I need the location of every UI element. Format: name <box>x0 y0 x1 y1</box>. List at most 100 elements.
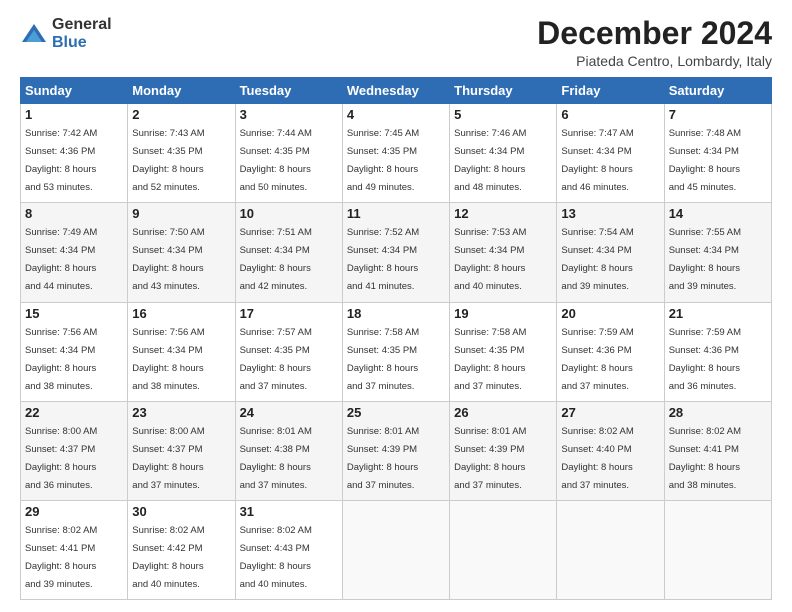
cell-info: Sunrise: 7:52 AMSunset: 4:34 PMDaylight:… <box>347 227 419 292</box>
day-number: 8 <box>25 206 123 221</box>
calendar-cell: 13 Sunrise: 7:54 AMSunset: 4:34 PMDaylig… <box>557 203 664 302</box>
calendar-cell: 6 Sunrise: 7:47 AMSunset: 4:34 PMDayligh… <box>557 104 664 203</box>
day-number: 14 <box>669 206 767 221</box>
logo-general: General <box>52 16 112 34</box>
cell-info: Sunrise: 7:54 AMSunset: 4:34 PMDaylight:… <box>561 227 633 292</box>
day-number: 30 <box>132 504 230 519</box>
calendar-cell: 15 Sunrise: 7:56 AMSunset: 4:34 PMDaylig… <box>21 302 128 401</box>
day-number: 15 <box>25 306 123 321</box>
day-number: 18 <box>347 306 445 321</box>
day-number: 4 <box>347 107 445 122</box>
calendar-cell <box>450 500 557 599</box>
day-number: 20 <box>561 306 659 321</box>
calendar-cell: 26 Sunrise: 8:01 AMSunset: 4:39 PMDaylig… <box>450 401 557 500</box>
calendar-cell: 28 Sunrise: 8:02 AMSunset: 4:41 PMDaylig… <box>664 401 771 500</box>
calendar-cell: 14 Sunrise: 7:55 AMSunset: 4:34 PMDaylig… <box>664 203 771 302</box>
cell-info: Sunrise: 8:00 AMSunset: 4:37 PMDaylight:… <box>132 426 204 491</box>
day-number: 12 <box>454 206 552 221</box>
calendar-cell <box>557 500 664 599</box>
cell-info: Sunrise: 7:57 AMSunset: 4:35 PMDaylight:… <box>240 327 312 392</box>
cell-info: Sunrise: 8:01 AMSunset: 4:39 PMDaylight:… <box>454 426 526 491</box>
col-monday: Monday <box>128 78 235 104</box>
cell-info: Sunrise: 7:48 AMSunset: 4:34 PMDaylight:… <box>669 128 741 193</box>
calendar-header-row: Sunday Monday Tuesday Wednesday Thursday… <box>21 78 772 104</box>
week-row-5: 29 Sunrise: 8:02 AMSunset: 4:41 PMDaylig… <box>21 500 772 599</box>
day-number: 7 <box>669 107 767 122</box>
calendar-cell: 7 Sunrise: 7:48 AMSunset: 4:34 PMDayligh… <box>664 104 771 203</box>
calendar-cell: 12 Sunrise: 7:53 AMSunset: 4:34 PMDaylig… <box>450 203 557 302</box>
cell-info: Sunrise: 7:59 AMSunset: 4:36 PMDaylight:… <box>669 327 741 392</box>
cell-info: Sunrise: 8:02 AMSunset: 4:42 PMDaylight:… <box>132 525 204 590</box>
col-saturday: Saturday <box>664 78 771 104</box>
calendar-cell: 19 Sunrise: 7:58 AMSunset: 4:35 PMDaylig… <box>450 302 557 401</box>
cell-info: Sunrise: 7:46 AMSunset: 4:34 PMDaylight:… <box>454 128 526 193</box>
day-number: 13 <box>561 206 659 221</box>
cell-info: Sunrise: 8:02 AMSunset: 4:41 PMDaylight:… <box>669 426 741 491</box>
calendar-cell: 10 Sunrise: 7:51 AMSunset: 4:34 PMDaylig… <box>235 203 342 302</box>
calendar-cell: 24 Sunrise: 8:01 AMSunset: 4:38 PMDaylig… <box>235 401 342 500</box>
cell-info: Sunrise: 7:56 AMSunset: 4:34 PMDaylight:… <box>25 327 97 392</box>
title-block: December 2024 Piateda Centro, Lombardy, … <box>537 16 772 69</box>
logo-text: General Blue <box>52 16 112 51</box>
cell-info: Sunrise: 7:56 AMSunset: 4:34 PMDaylight:… <box>132 327 204 392</box>
calendar-cell: 2 Sunrise: 7:43 AMSunset: 4:35 PMDayligh… <box>128 104 235 203</box>
day-number: 23 <box>132 405 230 420</box>
day-number: 1 <box>25 107 123 122</box>
calendar-cell: 3 Sunrise: 7:44 AMSunset: 4:35 PMDayligh… <box>235 104 342 203</box>
cell-info: Sunrise: 7:50 AMSunset: 4:34 PMDaylight:… <box>132 227 204 292</box>
logo-blue: Blue <box>52 34 112 52</box>
cell-info: Sunrise: 7:45 AMSunset: 4:35 PMDaylight:… <box>347 128 419 193</box>
day-number: 16 <box>132 306 230 321</box>
header: General Blue December 2024 Piateda Centr… <box>20 16 772 69</box>
cell-info: Sunrise: 8:01 AMSunset: 4:38 PMDaylight:… <box>240 426 312 491</box>
location: Piateda Centro, Lombardy, Italy <box>537 53 772 69</box>
cell-info: Sunrise: 7:42 AMSunset: 4:36 PMDaylight:… <box>25 128 97 193</box>
logo: General Blue <box>20 16 112 51</box>
calendar-cell: 27 Sunrise: 8:02 AMSunset: 4:40 PMDaylig… <box>557 401 664 500</box>
calendar-cell: 25 Sunrise: 8:01 AMSunset: 4:39 PMDaylig… <box>342 401 449 500</box>
cell-info: Sunrise: 7:58 AMSunset: 4:35 PMDaylight:… <box>347 327 419 392</box>
calendar-table: Sunday Monday Tuesday Wednesday Thursday… <box>20 77 772 600</box>
week-row-3: 15 Sunrise: 7:56 AMSunset: 4:34 PMDaylig… <box>21 302 772 401</box>
day-number: 6 <box>561 107 659 122</box>
calendar-cell: 9 Sunrise: 7:50 AMSunset: 4:34 PMDayligh… <box>128 203 235 302</box>
day-number: 29 <box>25 504 123 519</box>
cell-info: Sunrise: 7:51 AMSunset: 4:34 PMDaylight:… <box>240 227 312 292</box>
col-tuesday: Tuesday <box>235 78 342 104</box>
cell-info: Sunrise: 7:43 AMSunset: 4:35 PMDaylight:… <box>132 128 204 193</box>
day-number: 26 <box>454 405 552 420</box>
month-title: December 2024 <box>537 16 772 51</box>
calendar-cell: 22 Sunrise: 8:00 AMSunset: 4:37 PMDaylig… <box>21 401 128 500</box>
calendar-cell: 21 Sunrise: 7:59 AMSunset: 4:36 PMDaylig… <box>664 302 771 401</box>
cell-info: Sunrise: 7:55 AMSunset: 4:34 PMDaylight:… <box>669 227 741 292</box>
col-friday: Friday <box>557 78 664 104</box>
cell-info: Sunrise: 7:44 AMSunset: 4:35 PMDaylight:… <box>240 128 312 193</box>
calendar-cell: 17 Sunrise: 7:57 AMSunset: 4:35 PMDaylig… <box>235 302 342 401</box>
calendar-cell: 5 Sunrise: 7:46 AMSunset: 4:34 PMDayligh… <box>450 104 557 203</box>
day-number: 10 <box>240 206 338 221</box>
cell-info: Sunrise: 7:53 AMSunset: 4:34 PMDaylight:… <box>454 227 526 292</box>
logo-icon <box>20 20 48 48</box>
calendar-cell: 16 Sunrise: 7:56 AMSunset: 4:34 PMDaylig… <box>128 302 235 401</box>
week-row-2: 8 Sunrise: 7:49 AMSunset: 4:34 PMDayligh… <box>21 203 772 302</box>
calendar-cell: 18 Sunrise: 7:58 AMSunset: 4:35 PMDaylig… <box>342 302 449 401</box>
day-number: 28 <box>669 405 767 420</box>
calendar-cell: 8 Sunrise: 7:49 AMSunset: 4:34 PMDayligh… <box>21 203 128 302</box>
day-number: 24 <box>240 405 338 420</box>
calendar-cell <box>664 500 771 599</box>
calendar-cell: 4 Sunrise: 7:45 AMSunset: 4:35 PMDayligh… <box>342 104 449 203</box>
day-number: 3 <box>240 107 338 122</box>
day-number: 2 <box>132 107 230 122</box>
col-wednesday: Wednesday <box>342 78 449 104</box>
day-number: 21 <box>669 306 767 321</box>
cell-info: Sunrise: 7:49 AMSunset: 4:34 PMDaylight:… <box>25 227 97 292</box>
calendar-cell: 1 Sunrise: 7:42 AMSunset: 4:36 PMDayligh… <box>21 104 128 203</box>
calendar-cell <box>342 500 449 599</box>
cell-info: Sunrise: 8:01 AMSunset: 4:39 PMDaylight:… <box>347 426 419 491</box>
day-number: 19 <box>454 306 552 321</box>
calendar-cell: 23 Sunrise: 8:00 AMSunset: 4:37 PMDaylig… <box>128 401 235 500</box>
cell-info: Sunrise: 7:47 AMSunset: 4:34 PMDaylight:… <box>561 128 633 193</box>
week-row-4: 22 Sunrise: 8:00 AMSunset: 4:37 PMDaylig… <box>21 401 772 500</box>
day-number: 17 <box>240 306 338 321</box>
cell-info: Sunrise: 7:58 AMSunset: 4:35 PMDaylight:… <box>454 327 526 392</box>
